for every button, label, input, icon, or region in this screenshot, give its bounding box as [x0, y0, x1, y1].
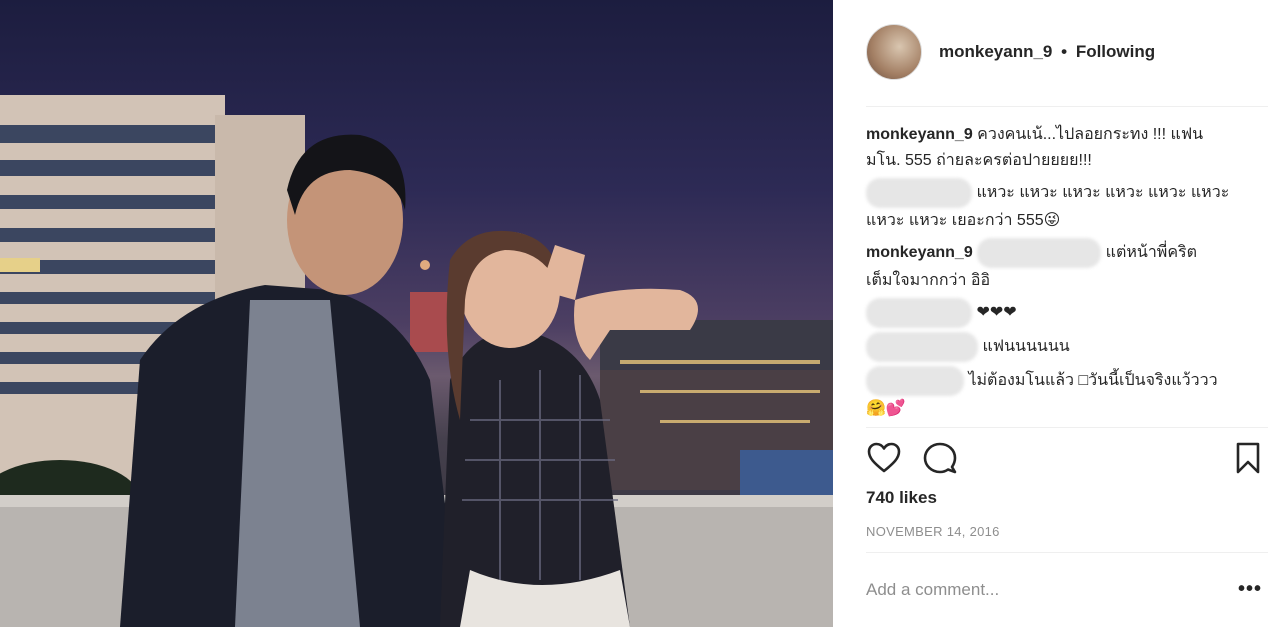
post-header: monkeyann_9 • Following [866, 24, 1155, 80]
comment-item: monkeyann_9 ควงคนเน้...ไปลอยกระทง !!! แฟ… [866, 122, 1236, 174]
following-button[interactable]: Following [1076, 42, 1155, 61]
more-options-icon[interactable]: ••• [1238, 578, 1262, 601]
comment-item: ❤❤❤ [866, 298, 1236, 328]
header-separator: • [1061, 42, 1068, 61]
comment-text: ❤❤❤ [976, 304, 1017, 322]
blurred-username [866, 298, 972, 328]
likes-count[interactable]: 740 likes [866, 488, 937, 508]
comment-item: ไม่ต้องมโนแล้ว □วันนี้เป็นจริงแว้ววว🤗💕 [866, 366, 1236, 422]
comment-username[interactable]: monkeyann_9 [866, 244, 973, 261]
comment-item: แหวะ แหวะ แหวะ แหวะ แหวะ แหวะ แหวะ แหวะ … [866, 178, 1236, 234]
header-username[interactable]: monkeyann_9 [939, 42, 1052, 61]
avatar[interactable] [866, 24, 922, 80]
comment-bubble-icon[interactable] [922, 440, 958, 476]
comment-item: monkeyann_9 แต่หน้าพี่คริต เต็มใจมากกว่า… [866, 238, 1236, 294]
header-divider [866, 106, 1268, 107]
comment-text: แฟนนนนนน [982, 338, 1070, 356]
comment-item: แฟนนนนนน [866, 332, 1236, 362]
heart-icon[interactable] [866, 440, 902, 476]
bookmark-icon[interactable] [1230, 440, 1266, 476]
post-photo[interactable] [0, 0, 833, 627]
comments-list: monkeyann_9 ควงคนเน้...ไปลอยกระทง !!! แฟ… [866, 122, 1236, 426]
post-date[interactable]: NOVEMBER 14, 2016 [866, 524, 1000, 539]
photo-illustration [0, 95, 833, 627]
actions-divider [866, 427, 1268, 428]
comment-divider [866, 552, 1268, 553]
action-bar [866, 440, 1268, 480]
blurred-username [866, 332, 978, 362]
comment-username[interactable]: monkeyann_9 [866, 126, 973, 143]
add-comment-input[interactable] [866, 576, 1186, 604]
blurred-mention [977, 238, 1102, 268]
post-sidebar: monkeyann_9 • Following monkeyann_9 ควงค… [833, 0, 1280, 627]
blurred-username [866, 366, 964, 396]
blurred-username [866, 178, 972, 208]
header-text: monkeyann_9 • Following [939, 42, 1155, 62]
instagram-post: monkeyann_9 • Following monkeyann_9 ควงค… [0, 0, 1280, 627]
